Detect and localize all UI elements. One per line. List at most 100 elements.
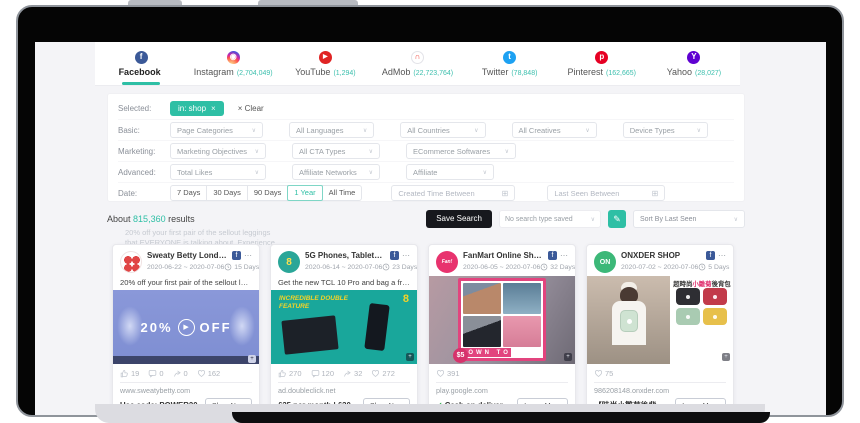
tab-count: (22,723,764) xyxy=(413,70,453,77)
ad-card-fanmart[interactable]: Fan! FanMart Online Shopping - F… f ⋯ 20… xyxy=(428,244,576,415)
ad-card-sweaty-betty[interactable]: Sweaty Betty London | Wom… f ⋯ 2020-06-2… xyxy=(112,244,260,415)
heart-count: 75 xyxy=(605,369,613,378)
advertiser-name[interactable]: Sweaty Betty London | Wom… xyxy=(147,251,228,260)
selected-chip-in-shop[interactable]: in: shop × xyxy=(170,101,224,116)
clock-icon xyxy=(698,263,706,271)
marketing-label: Marketing: xyxy=(118,147,170,156)
select-page-categories[interactable]: Page Categories∨ xyxy=(170,122,263,138)
select-value: All CTA Types xyxy=(299,147,345,156)
tab-twitter[interactable]: t Twitter(78,848) xyxy=(464,42,556,85)
clear-filters-button[interactable]: × Clear xyxy=(238,104,264,113)
comment-count: 120 xyxy=(322,369,335,378)
edit-saved-search-button[interactable]: ✎ xyxy=(608,210,626,228)
saved-search-select[interactable]: No search type saved∨ xyxy=(499,210,601,228)
tab-label: Yahoo xyxy=(667,67,692,77)
more-options-icon[interactable]: ⋯ xyxy=(244,254,252,258)
ad-date-range: 2020-07-02 ~ 2020-07-06 xyxy=(621,264,698,271)
select-all-languages[interactable]: All Languages∨ xyxy=(289,122,374,138)
date-30-days-button[interactable]: 30 Days xyxy=(206,185,248,201)
chevron-down-icon: ∨ xyxy=(591,216,595,223)
ad-creative-image[interactable]: 超時尚小雛菊後背包 + xyxy=(587,276,733,364)
select-affiliate-networks[interactable]: Affiliate Networks∨ xyxy=(292,164,380,180)
select-all-countries[interactable]: All Countries∨ xyxy=(400,122,485,138)
creative-highlight xyxy=(117,306,143,346)
more-options-icon[interactable]: ⋯ xyxy=(560,254,568,258)
ad-domain[interactable]: play.google.com xyxy=(429,384,575,396)
select-affiliate[interactable]: Affiliate∨ xyxy=(406,164,494,180)
chevron-down-icon: ∨ xyxy=(369,169,373,176)
creative-headline: INCREDIBLE DOUBLE FEATURE xyxy=(279,295,348,311)
tab-pinterest[interactable]: p Pinterest(162,665) xyxy=(556,42,648,85)
download-creative-icon[interactable]: + xyxy=(406,353,414,361)
heart-icon xyxy=(436,369,445,378)
select-value: All Countries xyxy=(407,126,450,135)
tab-instagram[interactable]: ◉ Instagram(2,704,049) xyxy=(187,42,279,85)
advertiser-name[interactable]: FanMart Online Shopping - F… xyxy=(463,251,544,260)
advertiser-name[interactable]: 5G Phones, Tablets & SIMs | … xyxy=(305,251,386,260)
facebook-badge-icon: f xyxy=(548,251,557,260)
advertiser-name[interactable]: ONXDER SHOP xyxy=(621,251,702,260)
last-seen-between-input[interactable]: Last Seen Between⊞ xyxy=(547,185,665,201)
download-creative-icon[interactable]: + xyxy=(248,355,256,363)
date-7-days-button[interactable]: 7 Days xyxy=(170,185,207,201)
ad-creative-image[interactable]: INCREDIBLE DOUBLE FEATURE 8 + xyxy=(271,290,417,364)
tab-admob[interactable]: ∩ AdMob(22,723,764) xyxy=(371,42,463,85)
select-marketing-objectives[interactable]: Marketing Objectives∨ xyxy=(170,143,266,159)
ad-card-ee-5g[interactable]: 8 5G Phones, Tablets & SIMs | … f ⋯ 2020… xyxy=(270,244,418,415)
card-header: Sweaty Betty London | Wom… f ⋯ 2020-06-2… xyxy=(113,245,259,276)
select-ecommerce-softwares[interactable]: ECommerce Softwares∨ xyxy=(406,143,516,159)
results-toolbar: About 815,360 results Save Search No sea… xyxy=(107,209,745,229)
comment-count: 0 xyxy=(159,369,163,378)
card-header: ON ONXDER SHOP f ⋯ 2020-07-02 ~ 2020-07-… xyxy=(587,245,733,276)
like-icon xyxy=(120,369,129,378)
tab-facebook[interactable]: f Facebook xyxy=(95,42,187,85)
chevron-down-icon: ∨ xyxy=(369,148,373,155)
ad-domain[interactable]: 986208148.onxder.com xyxy=(587,384,733,396)
divider xyxy=(278,382,410,383)
clock-icon xyxy=(540,263,548,271)
play-icon[interactable]: ▶ xyxy=(178,319,195,336)
chevron-down-icon: ∨ xyxy=(585,127,589,134)
download-creative-icon[interactable]: + xyxy=(564,353,572,361)
chevron-down-icon: ∨ xyxy=(255,169,259,176)
ad-duration: 23 Days xyxy=(382,263,417,271)
tab-youtube[interactable]: ▶ YouTube(1,294) xyxy=(279,42,371,85)
network-tabs-bar: f Facebook ◉ Instagram(2,704,049) ▶ YouT… xyxy=(95,42,740,85)
ad-results-grid: Sweaty Betty London | Wom… f ⋯ 2020-06-2… xyxy=(112,244,734,415)
ad-creative-image[interactable]: 20% ▶ OFF + xyxy=(113,290,259,364)
ad-domain[interactable]: www.sweatybetty.com xyxy=(113,384,259,396)
select-device-types[interactable]: Device Types∨ xyxy=(623,122,708,138)
tab-yahoo[interactable]: Y Yahoo(28,027) xyxy=(648,42,740,85)
advertiser-avatar: ON xyxy=(594,251,616,273)
selected-label: Selected: xyxy=(118,104,170,113)
more-options-icon[interactable]: ⋯ xyxy=(402,254,410,258)
title-part: 超時尚 xyxy=(673,281,692,288)
tab-count: (2,704,049) xyxy=(237,70,273,77)
ad-creative-image[interactable]: DOWN TO $5 + xyxy=(429,276,575,364)
days-count: 5 Days xyxy=(708,264,729,271)
heart-count: 162 xyxy=(208,369,221,378)
days-count: 32 Days xyxy=(550,264,575,271)
youtube-icon: ▶ xyxy=(319,51,332,64)
sort-by-select[interactable]: Sort By Last Seen∨ xyxy=(633,210,745,228)
chip-remove-icon[interactable]: × xyxy=(211,104,216,113)
hearts-stat: 162 xyxy=(197,369,221,378)
date-90-days-button[interactable]: 90 Days xyxy=(247,185,289,201)
tab-count: (78,848) xyxy=(511,70,537,77)
ad-domain[interactable]: ad.doubleclick.net xyxy=(271,384,417,396)
divider xyxy=(594,382,726,383)
creative-title: 超時尚小雛菊後背包 xyxy=(673,281,731,288)
select-value: Page Categories xyxy=(177,126,233,135)
basic-filter-row: Basic: Page Categories∨ All Languages∨ A… xyxy=(118,119,734,140)
created-time-between-input[interactable]: Created Time Between⊞ xyxy=(391,185,515,201)
ad-card-onxder[interactable]: ON ONXDER SHOP f ⋯ 2020-07-02 ~ 2020-07-… xyxy=(586,244,734,415)
select-total-likes[interactable]: Total Likes∨ xyxy=(170,164,266,180)
download-creative-icon[interactable]: + xyxy=(722,353,730,361)
share-count: 0 xyxy=(184,369,188,378)
select-all-creatives[interactable]: All Creatives∨ xyxy=(512,122,597,138)
date-1-year-button[interactable]: 1 Year xyxy=(287,185,322,201)
date-all-time-button[interactable]: All Time xyxy=(322,185,363,201)
more-options-icon[interactable]: ⋯ xyxy=(718,254,726,258)
select-all-cta-types[interactable]: All CTA Types ∨ xyxy=(292,143,380,159)
save-search-button[interactable]: Save Search xyxy=(426,210,492,228)
